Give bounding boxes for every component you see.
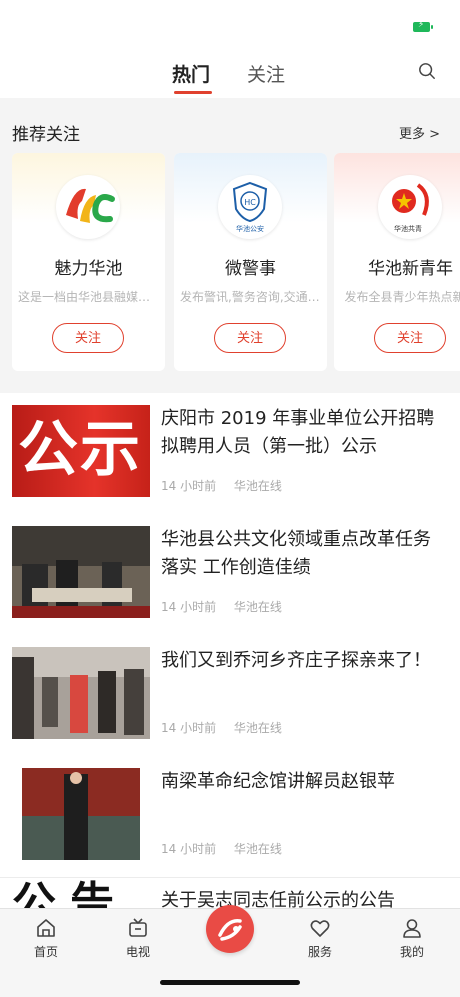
news-source: 华池在线 — [233, 479, 282, 493]
news-thumbnail — [12, 768, 150, 860]
tab-label: 服务 — [307, 945, 332, 959]
card-desc: 这是一档由华池县融媒体中心... — [18, 290, 159, 304]
card-desc: 发布警讯,警务咨询,交通管理... — [180, 290, 321, 304]
news-meta: 14 小时前 华池在线 — [161, 840, 296, 857]
news-time: 14 小时前 — [161, 842, 217, 856]
news-thumbnail: 公告 — [12, 878, 128, 909]
home-icon — [37, 919, 55, 937]
recommend-card[interactable]: 魅力华池 这是一档由华池县融媒体中心... 关注 — [12, 153, 165, 371]
card-name: 微警事 — [225, 259, 276, 279]
news-time: 14 小时前 — [161, 600, 217, 614]
recommend-card[interactable]: 华池共青 华池新青年 发布全县青少年热点新闻 关注 — [334, 153, 460, 371]
news-item[interactable]: 公告 关于吴志同志任前公示的公告 — [0, 878, 460, 908]
news-item[interactable]: 南梁革命纪念馆讲解员赵银苹 14 小时前 华池在线 — [0, 756, 460, 878]
tab-follow[interactable]: 关注 — [247, 60, 285, 87]
top-nav: 热门 关注 — [0, 44, 460, 98]
news-item[interactable]: 我们又到乔河乡齐庄子探亲来了！ 14 小时前 华池在线 — [0, 635, 460, 757]
news-item[interactable]: 公示 庆阳市 2019 年事业单位公开招聘拟聘用人员（第一批）公示 14 小时前… — [0, 393, 460, 515]
user-icon — [403, 919, 421, 938]
battery-charging-icon: ⚡ — [413, 20, 433, 32]
section-title: 推荐关注 — [12, 125, 80, 145]
tab-home[interactable]: 首页 — [16, 917, 76, 960]
news-meta: 14 小时前 华池在线 — [161, 477, 296, 494]
news-meta: 14 小时前 华池在线 — [161, 598, 296, 615]
svg-text:HC: HC — [244, 198, 256, 207]
youth-league-icon: 华池共青 — [392, 183, 429, 233]
police-badge-icon: HC 华池公安 — [232, 181, 268, 233]
news-meta: 14 小时前 华池在线 — [161, 719, 296, 736]
news-item[interactable]: 华池县公共文化领域重点改革任务落实 工作创造佳绩 14 小时前 华池在线 — [0, 514, 460, 636]
follow-button[interactable]: 关注 — [52, 323, 124, 353]
news-source: 华池在线 — [233, 721, 282, 735]
tab-label: 首页 — [33, 945, 58, 959]
channel-logo: 华池共青 — [378, 175, 442, 239]
channel-logo — [56, 175, 120, 239]
news-time: 14 小时前 — [161, 479, 217, 493]
search-icon[interactable] — [418, 62, 436, 80]
news-title: 我们又到乔河乡齐庄子探亲来了！ — [161, 650, 431, 671]
follow-button[interactable]: 关注 — [214, 323, 286, 353]
follow-button[interactable]: 关注 — [374, 323, 446, 353]
home-indicator[interactable] — [160, 980, 300, 985]
svg-text:华池公安: 华池公安 — [236, 224, 264, 233]
hc-logo-icon — [66, 188, 115, 223]
news-time: 14 小时前 — [161, 721, 217, 735]
svg-text:华池共青: 华池共青 — [394, 224, 422, 233]
tab-hot[interactable]: 热门 — [172, 60, 210, 87]
tab-tv[interactable]: 电视 — [108, 917, 168, 960]
tab-label: 我的 — [399, 945, 424, 959]
news-source: 华池在线 — [233, 842, 282, 856]
news-source: 华池在线 — [233, 600, 282, 614]
tab-label: 电视 — [125, 945, 150, 959]
heart-icon — [310, 920, 330, 937]
card-name: 魅力华池 — [54, 259, 123, 279]
news-title: 华池县公共文化领域重点改革任务落实 工作创造佳绩 — [161, 529, 431, 578]
news-title: 关于吴志同志任前公示的公告 — [161, 890, 395, 908]
active-tab-indicator — [174, 91, 212, 94]
tv-icon — [129, 918, 147, 937]
news-title: 庆阳市 2019 年事业单位公开招聘拟聘用人员（第一批）公示 — [161, 408, 435, 457]
status-bar: ⚡ — [0, 0, 460, 44]
center-logo-icon[interactable] — [206, 905, 254, 953]
news-thumbnail: 公示 — [12, 405, 150, 497]
card-desc: 发布全县青少年热点新闻 — [344, 290, 460, 304]
tab-mine[interactable]: 我的 — [382, 917, 442, 960]
tab-service[interactable]: 服务 — [290, 917, 350, 960]
more-link[interactable]: 更多 > — [399, 123, 440, 142]
news-title: 南梁革命纪念馆讲解员赵银苹 — [161, 771, 395, 792]
recommend-section: 推荐关注 更多 > 魅力华池 这是一档由华池县融媒体中心... 关注 HC 华池… — [0, 98, 460, 393]
recommend-card[interactable]: HC 华池公安 微警事 发布警讯,警务咨询,交通管理... 关注 — [174, 153, 327, 371]
card-name: 华池新青年 — [368, 259, 453, 279]
channel-logo: HC 华池公安 — [218, 175, 282, 239]
news-thumbnail — [12, 647, 150, 739]
news-thumbnail — [12, 526, 150, 618]
